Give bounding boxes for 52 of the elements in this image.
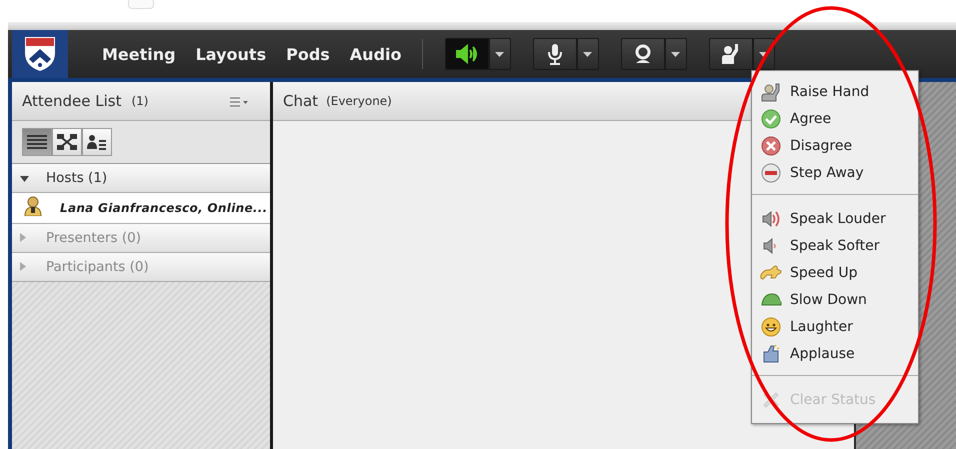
microphone-icon (546, 43, 562, 65)
speaker-icon (454, 44, 478, 64)
network-view-icon (57, 134, 77, 150)
dropdown-button[interactable] (664, 38, 686, 70)
menu-item[interactable]: Speed Up (752, 259, 918, 286)
raise-hand-button[interactable] (708, 38, 752, 70)
menu-item[interactable]: Raise Hand (752, 78, 918, 105)
dropdown-button[interactable] (576, 38, 598, 70)
smiley-icon (761, 316, 781, 336)
microphone-button[interactable] (532, 38, 576, 70)
check-icon (761, 108, 781, 128)
menu-item[interactable]: Pods (286, 44, 330, 64)
attendee-count: (1) (131, 94, 148, 108)
menu-item[interactable]: Layouts (196, 44, 266, 64)
loud-speaker-icon (761, 208, 781, 228)
raised-hand-figure-icon (761, 82, 781, 102)
view-button[interactable] (22, 128, 52, 156)
view-button[interactable] (82, 128, 112, 156)
cross-circle-icon (761, 136, 781, 156)
pod-title: Chat (283, 92, 318, 110)
group-label: Participants (0) (46, 259, 149, 275)
person-list-icon (87, 134, 107, 150)
host-avatar-icon (24, 196, 42, 216)
menu-item[interactable]: Audio (350, 44, 402, 64)
caret-icon (583, 52, 592, 56)
dropdown-button[interactable] (488, 38, 510, 70)
menu-item[interactable]: Agree (752, 105, 918, 132)
chat-audience: (Everyone) (326, 94, 392, 108)
menu-item[interactable]: Laughter (752, 313, 918, 340)
menu-item[interactable]: Applause (752, 340, 918, 367)
group-label: Hosts (1) (46, 170, 108, 186)
webcam-icon (632, 44, 652, 64)
menu-item[interactable]: Slow Down (752, 286, 918, 313)
minus-circle-icon (761, 162, 781, 182)
raised-hand-figure-icon (720, 43, 740, 65)
group-label: Presenters (0) (46, 230, 141, 246)
menu-item[interactable]: Speak Softer (752, 232, 918, 259)
view-button[interactable] (52, 128, 82, 156)
menu-icon[interactable] (230, 96, 248, 106)
cross-icon (761, 390, 781, 410)
camera-button[interactable] (620, 38, 664, 70)
caret-icon (671, 52, 680, 56)
speaker-button[interactable] (444, 38, 488, 70)
university-shield-logo[interactable] (23, 35, 57, 73)
caret-icon (759, 52, 768, 56)
menu-item[interactable]: Meeting (102, 44, 176, 64)
menu-item[interactable]: Disagree (752, 132, 918, 159)
caret-icon (495, 52, 504, 56)
pod-title: Attendee List (22, 92, 122, 110)
menu-item[interactable]: Step Away (752, 159, 918, 186)
menu-item[interactable]: Speak Louder (752, 205, 918, 232)
list-view-icon (27, 134, 47, 150)
